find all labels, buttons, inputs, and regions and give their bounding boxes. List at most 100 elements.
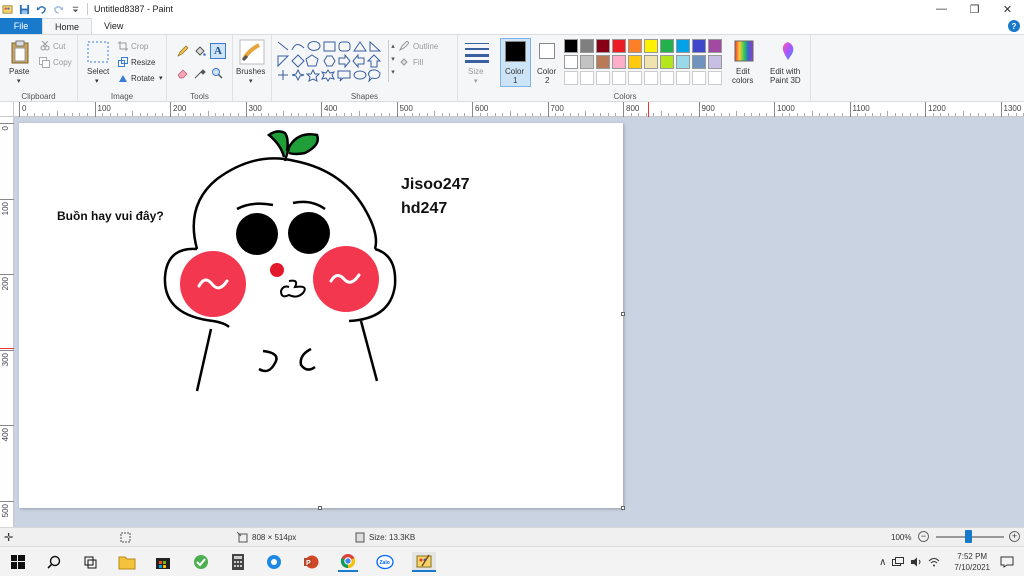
restore-button[interactable]: ❐ bbox=[958, 0, 991, 18]
line-size-icon[interactable] bbox=[465, 41, 489, 63]
palette-swatch[interactable] bbox=[628, 55, 642, 69]
tray-overflow-icon[interactable]: ∧ bbox=[879, 557, 886, 568]
select-icon[interactable] bbox=[87, 41, 109, 63]
size-dropdown-icon[interactable]: ▾ bbox=[474, 77, 478, 85]
palette-swatch[interactable] bbox=[564, 55, 578, 69]
palette-swatch[interactable] bbox=[660, 55, 674, 69]
tab-view[interactable]: View bbox=[92, 18, 135, 34]
palette-custom-slot[interactable] bbox=[676, 71, 690, 85]
palette-swatch[interactable] bbox=[580, 39, 594, 53]
paint3d-label-line1[interactable]: Edit with bbox=[770, 67, 800, 76]
network-icon[interactable] bbox=[892, 557, 905, 567]
palette-custom-slot[interactable] bbox=[708, 71, 722, 85]
paint-3d-icon[interactable] bbox=[778, 40, 798, 62]
notification-icon[interactable] bbox=[1000, 556, 1014, 568]
brushes-dropdown-icon[interactable]: ▾ bbox=[249, 77, 253, 85]
palette-custom-slot[interactable] bbox=[580, 71, 594, 85]
wifi-icon[interactable] bbox=[928, 557, 940, 567]
windows-start-icon[interactable] bbox=[8, 552, 28, 572]
volume-icon[interactable] bbox=[910, 557, 922, 567]
palette-swatch[interactable] bbox=[644, 55, 658, 69]
outline-button[interactable]: Outline bbox=[413, 42, 438, 51]
task-view-icon[interactable] bbox=[80, 552, 100, 572]
search-icon[interactable] bbox=[44, 552, 64, 572]
edit-colors-label-line2[interactable]: colors bbox=[732, 76, 753, 85]
file-explorer-icon[interactable] bbox=[117, 552, 137, 572]
calculator-icon[interactable] bbox=[228, 552, 248, 572]
palette-swatch[interactable] bbox=[596, 55, 610, 69]
palette-custom-slot[interactable] bbox=[596, 71, 610, 85]
crop-button[interactable]: Crop bbox=[131, 42, 148, 51]
customize-icon[interactable] bbox=[70, 4, 81, 15]
brushes-button[interactable]: Brushes bbox=[236, 67, 265, 76]
minimize-button[interactable]: — bbox=[925, 0, 958, 18]
color2-label-line1[interactable]: Color bbox=[537, 67, 556, 76]
palette-swatch[interactable] bbox=[644, 39, 658, 53]
palette-swatch[interactable] bbox=[564, 39, 578, 53]
palette-custom-slot[interactable] bbox=[644, 71, 658, 85]
save-icon[interactable] bbox=[19, 4, 30, 15]
clock[interactable]: 7:52 PM 7/10/2021 bbox=[954, 551, 990, 573]
color2-label-line2[interactable]: 2 bbox=[545, 76, 549, 85]
palette-swatch[interactable] bbox=[580, 55, 594, 69]
powerpoint-icon[interactable]: P bbox=[301, 552, 321, 572]
undo-icon[interactable] bbox=[36, 4, 47, 15]
palette-custom-slot[interactable] bbox=[612, 71, 626, 85]
tab-file[interactable]: File bbox=[0, 18, 42, 34]
paste-dropdown-icon[interactable]: ▾ bbox=[17, 77, 21, 85]
close-button[interactable]: ✕ bbox=[991, 0, 1024, 18]
size-button[interactable]: Size bbox=[468, 67, 484, 76]
paint-app-icon[interactable] bbox=[2, 4, 13, 15]
rotate-dropdown-icon[interactable]: ▾ bbox=[159, 74, 163, 82]
palette-swatch[interactable] bbox=[660, 39, 674, 53]
copy-button[interactable]: Copy bbox=[53, 58, 72, 67]
chrome-icon[interactable] bbox=[338, 552, 358, 572]
store-icon[interactable] bbox=[153, 552, 173, 572]
paint-taskbar-icon[interactable] bbox=[412, 552, 436, 572]
edit-colors-icon[interactable] bbox=[734, 40, 754, 62]
palette-swatch[interactable] bbox=[612, 39, 626, 53]
palette-swatch[interactable] bbox=[708, 55, 722, 69]
select-button[interactable]: Select bbox=[87, 67, 109, 76]
drawing-canvas[interactable]: Buồn hay vui đây? Jisoo247 hd247 bbox=[19, 123, 625, 510]
zoom-slider-thumb[interactable] bbox=[965, 530, 972, 543]
help-icon[interactable]: ? bbox=[1008, 20, 1020, 32]
resize-button[interactable]: Resize bbox=[131, 58, 155, 67]
shapes-scroll[interactable]: ▴ ▾ ▾ bbox=[388, 40, 397, 82]
paint3d-label-line2[interactable]: Paint 3D bbox=[770, 76, 801, 85]
text-tool-icon[interactable]: A bbox=[210, 43, 226, 59]
zoom-out-button[interactable]: − bbox=[918, 531, 929, 542]
paste-icon[interactable] bbox=[10, 40, 30, 64]
tab-home[interactable]: Home bbox=[42, 18, 93, 34]
palette-swatch[interactable] bbox=[596, 39, 610, 53]
canvas-resize-handle-right[interactable] bbox=[621, 312, 625, 316]
zoom-in-button[interactable]: + bbox=[1009, 531, 1020, 542]
zalo-icon[interactable]: Zalo bbox=[375, 552, 395, 572]
canvas-resize-handle-bottom[interactable] bbox=[318, 506, 322, 510]
eraser-icon[interactable] bbox=[177, 67, 189, 79]
palette-swatch[interactable] bbox=[692, 55, 706, 69]
color2-swatch[interactable] bbox=[539, 43, 555, 59]
rotate-button[interactable]: Rotate bbox=[131, 74, 155, 83]
fill-bucket-icon[interactable] bbox=[194, 45, 206, 57]
magnifier-icon[interactable] bbox=[211, 67, 223, 79]
blue-app-icon[interactable] bbox=[264, 552, 284, 572]
palette-swatch[interactable] bbox=[708, 39, 722, 53]
shapes-gallery[interactable] bbox=[276, 40, 388, 82]
brushes-icon[interactable] bbox=[239, 39, 265, 65]
palette-custom-slot[interactable] bbox=[628, 71, 642, 85]
redo-icon[interactable] bbox=[53, 4, 64, 15]
palette-swatch[interactable] bbox=[612, 55, 626, 69]
palette-swatch[interactable] bbox=[676, 39, 690, 53]
palette-swatch[interactable] bbox=[676, 55, 690, 69]
paste-button[interactable]: Paste bbox=[9, 67, 29, 76]
palette-swatch[interactable] bbox=[692, 39, 706, 53]
canvas-resize-handle-corner[interactable] bbox=[621, 506, 625, 510]
green-app-icon[interactable] bbox=[191, 552, 211, 572]
edit-colors-label-line1[interactable]: Edit bbox=[736, 67, 750, 76]
palette-swatch[interactable] bbox=[628, 39, 642, 53]
palette-custom-slot[interactable] bbox=[564, 71, 578, 85]
cut-button[interactable]: Cut bbox=[53, 42, 65, 51]
palette-custom-slot[interactable] bbox=[692, 71, 706, 85]
color-picker-icon[interactable] bbox=[194, 67, 206, 79]
